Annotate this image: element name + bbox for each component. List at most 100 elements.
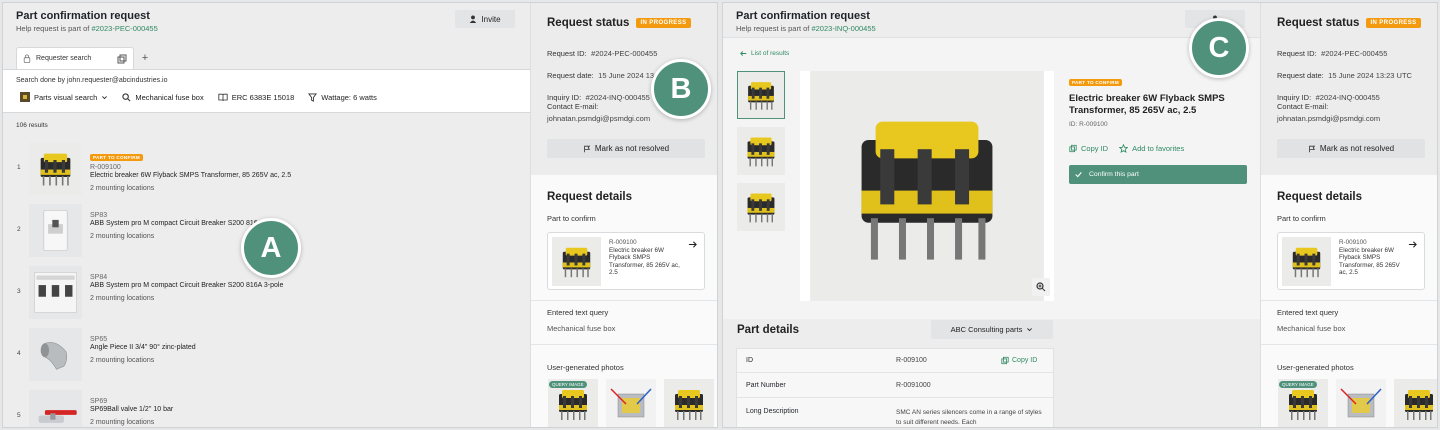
- request-id: #2024-PEC-000455: [591, 49, 658, 58]
- lock-icon: [23, 54, 31, 63]
- part-card-code: R-009100: [1339, 239, 1367, 246]
- user-photo[interactable]: [663, 379, 715, 428]
- photo-thumbnail: [1393, 379, 1438, 428]
- chevron-down-icon: [102, 95, 108, 99]
- photo-thumbnail: [663, 379, 715, 428]
- result-row[interactable]: 1 PART TO CONFIRM R-009100 Electric brea…: [3, 138, 530, 200]
- filter-catalog[interactable]: ERC 6383E 15018: [218, 93, 294, 102]
- status-badge: IN PROGRESS: [1366, 18, 1421, 28]
- user-photo[interactable]: QUERY IMAGE: [547, 379, 599, 428]
- part-card-thumbnail: [552, 237, 601, 286]
- part-name: Electric breaker 6W Flyback SMPS Transfo…: [90, 172, 292, 179]
- arrow-right-icon: [688, 241, 697, 248]
- status-title: Request status: [547, 17, 630, 29]
- invite-button[interactable]: Invite: [455, 10, 515, 28]
- query-image-tag: QUERY IMAGE: [1279, 381, 1317, 388]
- product-photo: [810, 71, 1044, 301]
- status-section: Request status IN PROGRESS Request ID: #…: [1261, 3, 1437, 175]
- mark-not-resolved-button[interactable]: Mark as not resolved: [1277, 139, 1425, 158]
- page-title: Part confirmation request: [16, 10, 150, 22]
- filter-text-query[interactable]: Mechanical fuse box: [122, 92, 204, 102]
- product-thumbnail: [29, 266, 82, 319]
- text-query-label: Entered text query: [547, 308, 609, 317]
- part-code: SP84: [90, 274, 108, 281]
- filter-icon: [308, 92, 318, 102]
- add-favorites-label: Add to favorites: [1132, 144, 1185, 153]
- arrow-left-icon: [740, 51, 747, 56]
- confirm-part-button[interactable]: Confirm this part: [1069, 165, 1247, 184]
- part-card[interactable]: R-009100 Electric breaker 6W Flyback SMP…: [1277, 232, 1425, 290]
- user-photo[interactable]: QUERY IMAGE: [1277, 379, 1329, 428]
- part-details-title: Part details: [737, 324, 799, 336]
- page-header: Part confirmation request Help request i…: [16, 10, 158, 33]
- search-summary: Search done by john.requester@abcindustr…: [3, 69, 530, 113]
- part-card[interactable]: R-009100 Electric breaker 6W Flyback SMP…: [547, 232, 705, 290]
- copy-id-row-button[interactable]: Copy ID: [1001, 356, 1037, 365]
- add-tab-label: +: [141, 52, 149, 64]
- copy-row-label: Copy ID: [1012, 357, 1038, 364]
- subtitle-link[interactable]: #2023-PEC-000455: [91, 24, 157, 33]
- right-screenshot: Part confirmation request Help request i…: [722, 2, 1438, 428]
- result-row[interactable]: 5 SP69 SP69Ball valve 1/2'' 10 bar 2 mou…: [3, 386, 530, 428]
- tab-requester-search[interactable]: Requester search: [16, 47, 134, 69]
- user-photo[interactable]: [1393, 379, 1438, 428]
- product-actions: Copy ID Add to favorites: [1069, 144, 1247, 153]
- catalog-dropdown[interactable]: ABC Consulting parts: [931, 320, 1053, 339]
- contact-email[interactable]: johnatan.psmdgi@psmdgi.com: [547, 113, 650, 125]
- request-date-label: Request date:: [547, 71, 594, 80]
- row-value: SMC AN series silencers come in a range …: [896, 409, 1042, 426]
- confirm-button-label: Confirm this part: [1089, 171, 1139, 178]
- back-to-results-link[interactable]: List of results: [740, 50, 789, 57]
- filter-label: Mechanical fuse box: [135, 92, 204, 102]
- request-id: #2024-PEC-000455: [1321, 49, 1388, 58]
- copy-icon[interactable]: [117, 54, 127, 64]
- star-icon: [1119, 144, 1129, 153]
- annotation-marker-c: C: [1189, 18, 1249, 78]
- copy-icon: [1069, 144, 1077, 153]
- table-row: Long Description SMC AN series silencers…: [737, 398, 1053, 427]
- part-card-name: Electric breaker 6W Flyback SMPS Transfo…: [609, 246, 680, 277]
- row-number: 4: [17, 350, 21, 357]
- image-icon: [20, 92, 30, 102]
- product-thumbnail: [29, 390, 82, 428]
- part-to-confirm-badge: PART TO CONFIRM: [90, 154, 143, 161]
- filter-label: Wattage: 6 watts: [321, 92, 377, 102]
- text-query-value: Mechanical fuse box: [1277, 324, 1346, 333]
- row-text: SP65 Angle Piece II 3/4" 90° zinc-plated…: [90, 336, 196, 364]
- user-add-icon: [470, 15, 477, 23]
- contact-email[interactable]: johnatan.psmdgi@psmdgi.com: [1277, 113, 1380, 125]
- catalog-dropdown-label: ABC Consulting parts: [950, 325, 1023, 334]
- product-info: PART TO CONFIRM Electric breaker 6W Flyb…: [1069, 71, 1247, 184]
- chevron-down-icon: [1027, 328, 1033, 332]
- mark-not-resolved-button[interactable]: Mark as not resolved: [547, 139, 705, 158]
- product-id: ID: R-009100: [1069, 121, 1108, 128]
- part-card-thumbnail: [1282, 237, 1331, 286]
- search-results-pane: Part confirmation request Help request i…: [3, 3, 530, 427]
- add-tab-button[interactable]: +: [134, 47, 156, 69]
- product-thumbnail: [29, 204, 82, 257]
- part-to-confirm-badge: PART TO CONFIRM: [1069, 79, 1122, 86]
- status-fields: Request ID: #2024-PEC-000455 Request dat…: [1277, 42, 1412, 108]
- part-code: SP69: [90, 398, 108, 405]
- copy-id-button[interactable]: Copy ID: [1069, 144, 1108, 153]
- filter-visual-search[interactable]: Parts visual search: [20, 92, 108, 102]
- user-photo[interactable]: [605, 379, 657, 428]
- status-title: Request status: [1277, 17, 1360, 29]
- flag-icon: [584, 145, 591, 152]
- subtitle-link[interactable]: #2023-INQ-000455: [811, 24, 875, 33]
- filter-wattage[interactable]: Wattage: 6 watts: [308, 93, 377, 102]
- user-photo[interactable]: [1335, 379, 1387, 428]
- gallery-thumb-active[interactable]: [737, 71, 785, 119]
- zoom-button[interactable]: [1032, 278, 1050, 296]
- photo-thumbnail: [1335, 379, 1387, 428]
- gallery-thumb[interactable]: [737, 183, 785, 231]
- part-name: SP69Ball valve 1/2'' 10 bar: [90, 406, 174, 413]
- details-title: Request details: [1277, 191, 1362, 203]
- result-row[interactable]: 4 SP65 Angle Piece II 3/4" 90° zinc-plat…: [3, 324, 530, 386]
- part-card-name: Electric breaker 6W Flyback SMPS Transfo…: [1339, 246, 1400, 277]
- add-favorites-button[interactable]: Add to favorites: [1119, 144, 1184, 153]
- product-thumbnail: [29, 328, 82, 381]
- part-code: SP83: [90, 212, 108, 219]
- gallery-thumb[interactable]: [737, 127, 785, 175]
- row-number: 3: [17, 288, 21, 295]
